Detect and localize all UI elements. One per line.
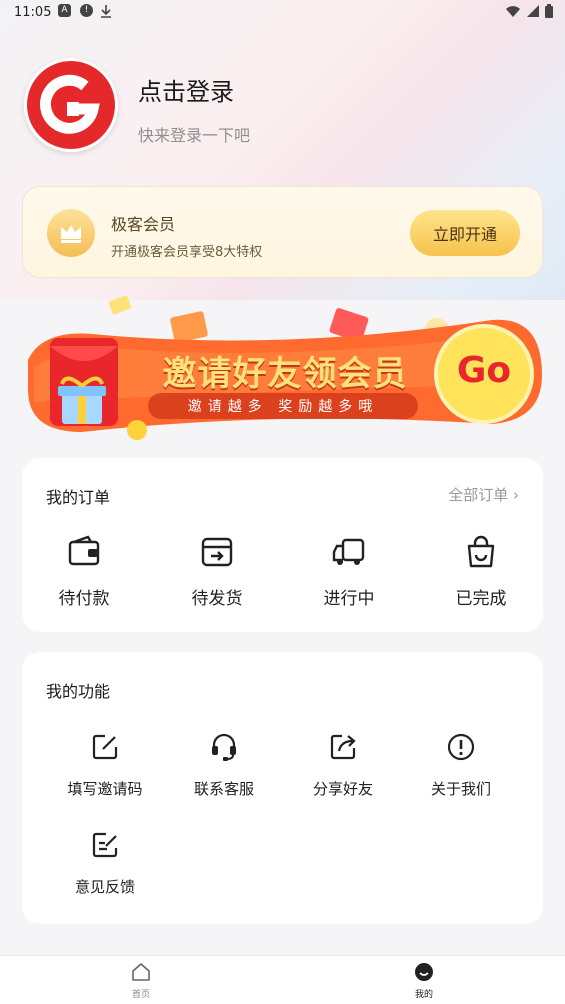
order-pending-payment[interactable]: 待付款 [42,534,126,609]
bottom-tab-bar: 首页 我的 [0,955,565,1004]
signal-icon [527,5,539,17]
function-label: 联系客服 [193,780,254,798]
status-time: 11:05 [14,5,52,20]
tab-home-label: 首页 [131,990,150,1000]
headset-icon [212,733,236,761]
download-icon [101,5,111,18]
vip-card[interactable]: 极客会员 开通极客会员享受8大特权 立即开通 [22,186,543,278]
box-icon [201,537,233,567]
open-vip-button[interactable]: 立即开通 [410,210,520,256]
crown-icon [47,209,95,257]
avatar[interactable] [24,58,118,152]
app-logo-icon [40,74,100,134]
banner-title: 邀请好友领会员 [162,354,408,394]
all-orders-label[interactable]: 全部订单 [448,486,508,504]
orders-card: 我的订单 全部订单 › 待付款 待发货 进行中 已完成 [22,458,543,632]
confetti-icon [108,295,132,315]
home-icon [132,963,150,981]
functions-card: 我的功能 填写邀请码 联系客服 分享好友 关于我们 意见反馈 [22,652,543,924]
function-label: 关于我们 [430,780,491,798]
envelope-deco-icon [170,311,208,343]
fn-customer-service[interactable]: 联系客服 [169,732,279,799]
vip-title: 极客会员 [111,215,176,234]
function-label: 分享好友 [312,780,373,798]
go-label[interactable]: Go [440,350,528,391]
order-label: 进行中 [323,589,375,609]
order-label: 待付款 [58,589,110,609]
function-label: 意见反馈 [74,878,135,896]
status-right [505,4,553,18]
invite-banner[interactable]: 邀请好友领会员 邀请越多 奖励越多哦 Go [22,290,545,440]
all-orders-link[interactable]: 全部订单 › [448,484,519,505]
fn-share-friends[interactable]: 分享好友 [288,732,398,799]
feedback-icon [92,832,118,858]
login-subtitle: 快来登录一下吧 [138,126,251,145]
function-label: 填写邀请码 [67,780,143,798]
fn-invite-code[interactable]: 填写邀请码 [50,732,160,799]
functions-title: 我的功能 [46,682,111,701]
mine-icon [415,963,433,981]
info-icon [447,733,475,761]
orders-title: 我的订单 [46,488,111,507]
status-bar: 11:05 A ! [0,0,565,26]
banner-subtitle: 邀请越多 奖励越多哦 [187,399,379,415]
alert-icon: ! [80,4,93,17]
wifi-icon [506,6,520,17]
fn-feedback[interactable]: 意见反馈 [50,830,160,897]
chevron-right-icon: › [513,486,519,504]
order-label: 待发货 [191,589,243,609]
order-in-progress[interactable]: 进行中 [307,534,391,609]
edit-icon [92,734,118,760]
fn-about-us[interactable]: 关于我们 [406,732,516,799]
share-icon [330,734,356,760]
order-pending-shipment[interactable]: 待发货 [175,534,259,609]
vip-subtitle: 开通极客会员享受8大特权 [111,245,263,260]
truck-icon [332,538,365,565]
battery-icon [545,4,553,18]
order-label: 已完成 [455,589,507,609]
bag-icon [467,535,495,568]
tab-home[interactable]: 首页 [111,962,171,1000]
login-title[interactable]: 点击登录 [138,72,234,107]
order-completed[interactable]: 已完成 [439,534,523,609]
notification-a-icon: A [58,4,71,17]
tab-mine-label: 我的 [414,990,433,1000]
profile-section[interactable]: 点击登录 快来登录一下吧 [24,58,524,152]
wallet-icon [68,535,100,566]
tab-mine[interactable]: 我的 [394,962,454,1000]
